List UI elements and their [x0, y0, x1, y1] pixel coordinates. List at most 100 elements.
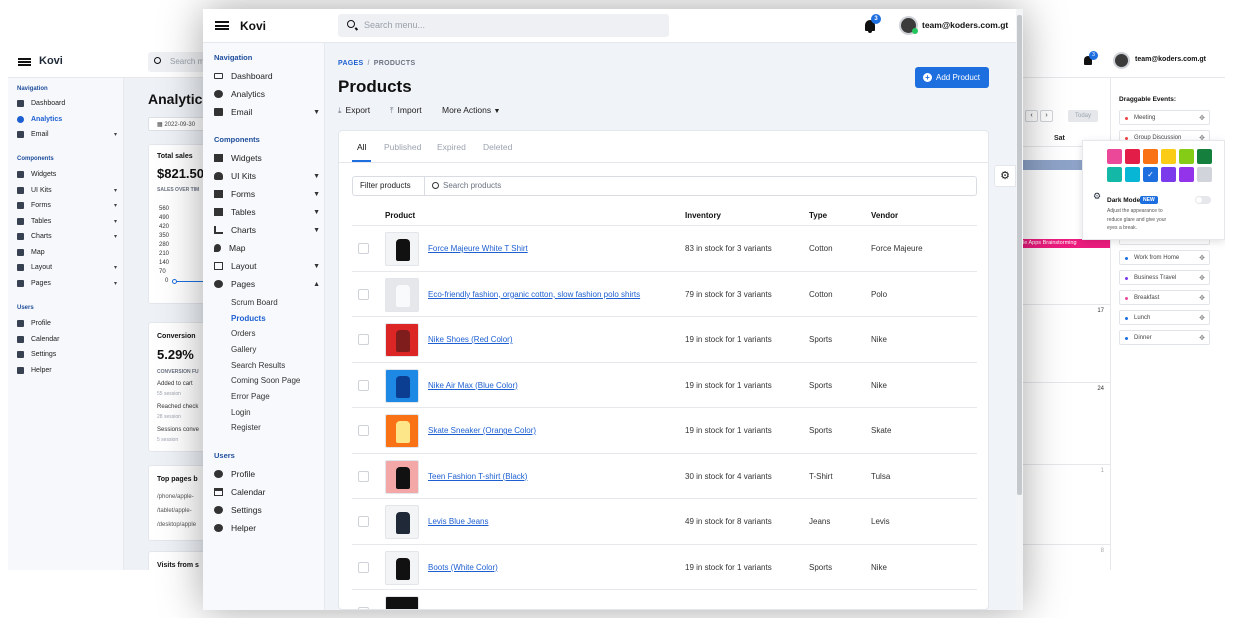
sidebar-item-map[interactable]: Map — [214, 243, 320, 253]
tab-deleted[interactable]: Deleted — [483, 142, 512, 152]
search-products-input[interactable]: Search products — [443, 181, 501, 190]
row-checkbox[interactable] — [358, 425, 369, 436]
sidebar-item-settings[interactable]: Settings — [214, 505, 320, 515]
hamburger-icon[interactable] — [18, 58, 31, 66]
sidebar-item-profile[interactable]: Profile — [214, 469, 320, 479]
add-product-button[interactable]: + Add Product — [915, 67, 989, 88]
row-checkbox[interactable] — [358, 288, 369, 300]
table-row[interactable]: Skate Sneaker (Orange Color) 19 in stock … — [352, 407, 977, 453]
sidebar-item-pages[interactable]: Pages ▲ — [214, 279, 320, 289]
sidebar-subitem-orders[interactable]: Orders — [231, 329, 255, 338]
bg-sidebar-item-email[interactable]: Email ▾ — [17, 131, 117, 138]
sidebar-subitem-gallery[interactable]: Gallery — [231, 345, 256, 354]
product-name-link[interactable]: Levis Blue Jeans — [428, 517, 488, 526]
color-swatch[interactable] — [1161, 167, 1176, 182]
sidebar-item-ui-kits[interactable]: UI Kits ▼ — [214, 171, 320, 181]
column-header-product[interactable]: Product — [385, 211, 415, 220]
table-row[interactable]: Nike Air Max (Blue Color) 19 in stock for… — [352, 361, 977, 408]
column-header-inventory[interactable]: Inventory — [685, 211, 721, 220]
next-button[interactable]: › — [1040, 110, 1053, 122]
color-swatch[interactable] — [1125, 167, 1140, 182]
row-checkbox[interactable] — [358, 516, 369, 527]
sidebar-subitem-products[interactable]: Products — [231, 314, 266, 323]
product-name-link[interactable]: Nike Air Max (Blue Color) — [428, 381, 518, 390]
import-button[interactable]: ⤒ Import — [390, 105, 422, 116]
avatar[interactable] — [1113, 52, 1130, 69]
dark-mode-toggle[interactable] — [1195, 196, 1211, 204]
bg-sidebar-item-calendar[interactable]: Calendar — [17, 336, 117, 343]
sidebar-item-widgets[interactable]: Widgets — [214, 153, 320, 163]
table-row[interactable]: Teen Fashion T-shirt (Black) 30 in stock … — [352, 452, 977, 499]
calendar-event[interactable]: le Apps Brainstorming — [1020, 239, 1110, 248]
draggable-event[interactable]: Breakfast ✥ — [1119, 290, 1210, 305]
bg-sidebar-item-dashboard[interactable]: Dashboard — [17, 100, 117, 107]
color-swatch[interactable] — [1197, 167, 1212, 182]
bg-sidebar-item-map[interactable]: Map — [17, 249, 117, 256]
bg-sidebar-item-analytics[interactable]: Analytics — [17, 116, 117, 123]
sidebar-item-helper[interactable]: Helper — [214, 523, 320, 533]
prev-button[interactable]: ‹ — [1025, 110, 1038, 122]
row-checkbox[interactable] — [358, 470, 369, 482]
table-row[interactable]: Eco-friendly fashion, organic cotton, sl… — [352, 270, 977, 317]
row-checkbox[interactable] — [358, 561, 369, 573]
bg-sidebar-item-charts[interactable]: Charts ▾ — [17, 233, 117, 240]
bg-sidebar-item-tables[interactable]: Tables ▾ — [17, 218, 117, 225]
row-checkbox[interactable] — [358, 607, 369, 609]
color-swatch[interactable] — [1107, 149, 1122, 164]
search-input[interactable]: Search menu... — [338, 14, 669, 37]
color-swatch[interactable] — [1161, 149, 1176, 164]
draggable-event[interactable]: Lunch ✥ — [1119, 310, 1210, 325]
more-actions-button[interactable]: More Actions ▼ — [442, 105, 500, 115]
table-row[interactable]: Levis Blue Jeans 49 in stock for 8 varian… — [352, 498, 977, 544]
product-name-link[interactable]: Teen Fashion T-shirt (Black) — [428, 472, 527, 481]
sidebar-item-calendar[interactable]: Calendar — [214, 487, 320, 497]
hamburger-icon[interactable] — [215, 21, 229, 30]
tab-published[interactable]: Published — [384, 142, 421, 152]
table-row[interactable] — [352, 589, 977, 609]
gear-icon[interactable]: ⚙ — [1087, 187, 1107, 205]
avatar[interactable] — [899, 16, 918, 35]
color-swatch[interactable] — [1179, 149, 1194, 164]
filter-products-button[interactable]: Filter products — [353, 177, 425, 195]
gear-icon[interactable]: ⚙ — [994, 165, 1016, 187]
row-checkbox[interactable] — [358, 379, 369, 391]
sidebar-subitem-coming-soon[interactable]: Coming Soon Page — [231, 376, 300, 385]
sidebar-subitem-login[interactable]: Login — [231, 408, 251, 417]
bg-sidebar-item-helper[interactable]: Helper — [17, 367, 117, 374]
sidebar-item-tables[interactable]: Tables ▼ — [214, 207, 320, 217]
sidebar-subitem-register[interactable]: Register — [231, 423, 261, 432]
tab-expired[interactable]: Expired — [437, 142, 466, 152]
sidebar-item-email[interactable]: Email ▼ — [214, 107, 320, 117]
table-row[interactable]: Boots (White Color) 19 in stock for 1 var… — [352, 543, 977, 590]
sidebar-subitem-error-page[interactable]: Error Page — [231, 392, 270, 401]
today-button[interactable]: Today — [1068, 110, 1098, 122]
product-name-link[interactable]: Force Majeure White T Shirt — [428, 244, 528, 253]
sidebar-subitem-search-results[interactable]: Search Results — [231, 361, 285, 370]
tab-all[interactable]: All — [357, 142, 366, 152]
sidebar-item-forms[interactable]: Forms ▼ — [214, 189, 320, 199]
bg-sidebar-item-ui-kits[interactable]: UI Kits ▾ — [17, 187, 117, 194]
bg-sidebar-item-profile[interactable]: Profile — [17, 320, 117, 327]
sidebar-item-dashboard[interactable]: Dashboard — [214, 71, 320, 81]
product-name-link[interactable]: Boots (White Color) — [428, 563, 498, 572]
bg-sidebar-item-widgets[interactable]: Widgets — [17, 171, 117, 178]
color-swatch[interactable] — [1107, 167, 1122, 182]
color-swatch[interactable] — [1125, 149, 1140, 164]
color-swatch[interactable] — [1143, 149, 1158, 164]
sidebar-item-analytics[interactable]: Analytics — [214, 89, 320, 99]
bg-sidebar-item-pages[interactable]: Pages ▾ — [17, 280, 117, 287]
color-swatch[interactable] — [1197, 149, 1212, 164]
column-header-type[interactable]: Type — [809, 211, 827, 220]
bg-sidebar-item-settings[interactable]: Settings — [17, 351, 117, 358]
bg-sidebar-item-layout[interactable]: Layout ▾ — [17, 264, 117, 271]
draggable-event[interactable]: Business Travel ✥ — [1119, 270, 1210, 285]
draggable-event[interactable]: Work from Home ✥ — [1119, 250, 1210, 265]
scrollbar[interactable] — [1016, 9, 1023, 610]
export-button[interactable]: ⤓ Export — [338, 105, 370, 116]
product-name-link[interactable]: Nike Shoes (Red Color) — [428, 335, 512, 344]
color-swatch[interactable] — [1179, 167, 1194, 182]
draggable-event[interactable]: Dinner ✥ — [1119, 330, 1210, 345]
scrollbar-thumb[interactable] — [1017, 15, 1022, 495]
bg-sidebar-item-forms[interactable]: Forms ▾ — [17, 202, 117, 209]
user-email[interactable]: team@koders.com.gt — [922, 20, 1008, 30]
